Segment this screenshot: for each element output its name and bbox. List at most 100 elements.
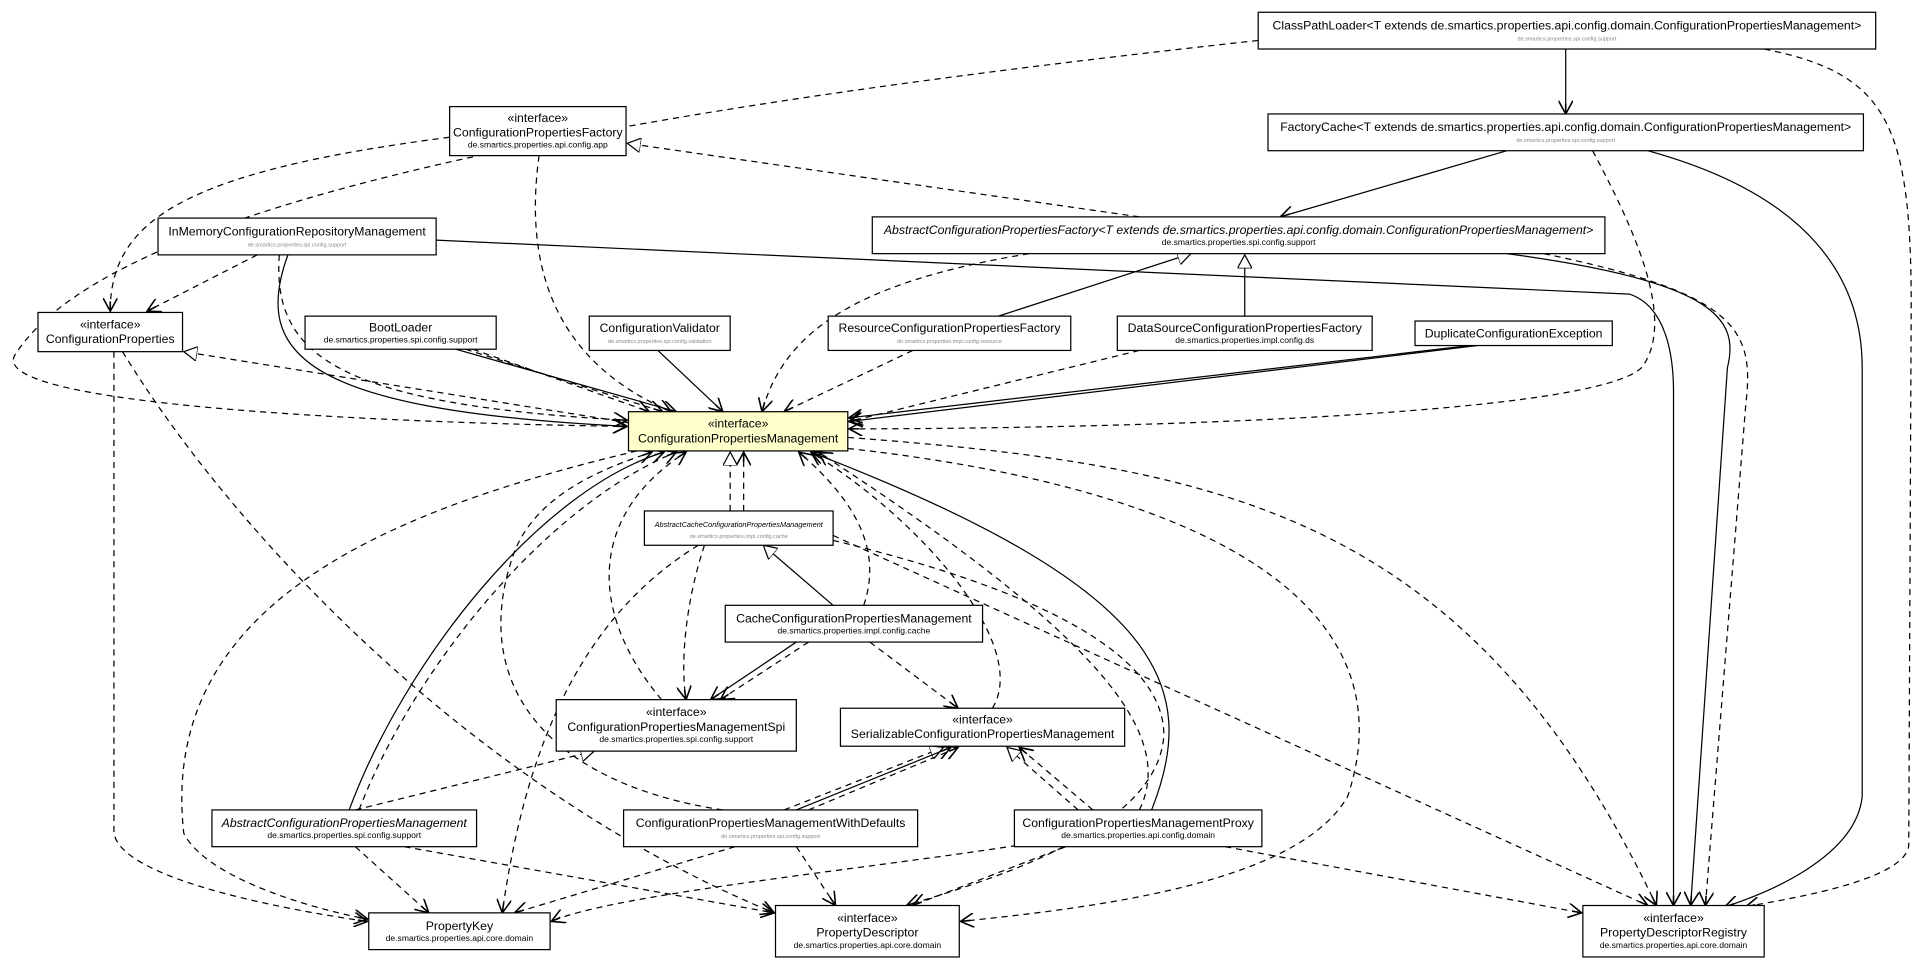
edge-resourcefactory-cpm: [784, 349, 913, 411]
edge-withdefaults-serializable: [796, 747, 950, 811]
class-name: ConfigurationProperties: [46, 332, 175, 346]
edge-cpm-propertykey: [181, 450, 638, 919]
nodes: ClassPathLoader<T extends de.smartics.pr…: [37, 11, 1877, 958]
class-node-propertydescriptor[interactable]: «interface»PropertyDescriptorde.smartics…: [774, 904, 960, 958]
class-node-proxy[interactable]: ConfigurationPropertiesManagementProxyde…: [1013, 809, 1263, 848]
class-node-serializable[interactable]: «interface»SerializableConfigurationProp…: [839, 707, 1126, 747]
package-label: de.smartics.properties.spi.config.suppor…: [721, 834, 820, 840]
class-node-validator[interactable]: ConfigurationValidator de.smartics.proper…: [588, 315, 731, 352]
package-label: de.smartics.properties.spi.config.suppor…: [1516, 138, 1615, 144]
class-node-classpathloader[interactable]: ClassPathLoader<T extends de.smartics.pr…: [1257, 11, 1877, 50]
edge-abstractcpm-cpmspi: [355, 751, 594, 811]
class-name: ConfigurationPropertiesManagementWithDef…: [636, 816, 906, 830]
edge-cpfactory-cpm: [534, 155, 671, 412]
stereotype-label: «interface»: [80, 317, 141, 331]
class-node-abstractcache[interactable]: AbstractCacheConfigurationPropertiesMana…: [643, 510, 834, 546]
class-name: InMemoryConfigurationRepositoryManagemen…: [168, 224, 426, 238]
edge-abstractcache-cpmspi: [684, 545, 706, 699]
edge-cpm-propertydescriptor: [847, 447, 1360, 921]
edge-withdefaults-cpm: [500, 452, 723, 811]
class-node-configprops[interactable]: «interface»ConfigurationProperties: [37, 311, 184, 353]
class-name: DuplicateConfigurationException: [1425, 327, 1603, 341]
package-label: de.smartics.properties.spi.config.suppor…: [267, 830, 421, 840]
class-node-propertykey[interactable]: PropertyKeyde.smartics.properties.api.co…: [368, 912, 551, 951]
edge-proxy-serializable-realization: [1007, 747, 1079, 811]
edge-datasourcefactory-cpm: [849, 349, 1140, 421]
package-label: de.smartics.properties.spi.config.valida…: [608, 339, 712, 345]
class-node-factorycache[interactable]: FactoryCache<T extends de.smartics.prope…: [1267, 113, 1865, 152]
class-name: ResourceConfigurationPropertiesFactory: [838, 321, 1061, 335]
package-label: de.smartics.properties.spi.config.suppor…: [599, 734, 753, 744]
class-name: PropertyKey: [426, 919, 494, 933]
class-node-withdefaults[interactable]: ConfigurationPropertiesManagementWithDef…: [622, 809, 919, 848]
edge-cpmspi-cpm: [608, 452, 686, 701]
class-name: ConfigurationPropertiesManagementSpi: [567, 720, 785, 734]
package-label: de.smartics.properties.api.config.app: [468, 140, 608, 150]
class-node-cpfactory[interactable]: «interface»ConfigurationPropertiesFactor…: [449, 105, 627, 157]
edge-withdefaults-propertykey: [515, 846, 736, 913]
edge-abstractcpm-propertykey: [354, 846, 429, 913]
package-label: de.smartics.properties.impl.config.cache: [690, 534, 788, 540]
edges: [12, 39, 1912, 921]
class-name: AbstractConfigurationPropertiesFactory<T…: [883, 223, 1593, 237]
edge-cachecpm-cpmspi-dep: [720, 641, 809, 700]
stereotype-label: «interface»: [1643, 911, 1704, 925]
class-node-cpmspi[interactable]: «interface»ConfigurationPropertiesManage…: [555, 699, 797, 752]
package-label: de.smartics.properties.spi.config.suppor…: [324, 334, 478, 344]
stereotype-label: «interface»: [508, 111, 569, 125]
class-name: AbstractConfigurationPropertiesManagemen…: [221, 816, 468, 830]
stereotype-label: «interface»: [837, 911, 898, 925]
stereotype-label: «interface»: [952, 713, 1013, 727]
package-label: de.smartics.properties.api.core.domain: [386, 933, 534, 943]
package-label: de.smartics.properties.impl.config.ds: [1175, 335, 1314, 345]
edge-proxy-registry: [1225, 846, 1582, 913]
package-label: de.smartics.properties.api.config.domain: [1061, 830, 1215, 840]
class-node-abstractcpfactory[interactable]: AbstractConfigurationPropertiesFactory<T…: [871, 216, 1606, 255]
class-node-datasourcefactory[interactable]: DataSourceConfigurationPropertiesFactory…: [1116, 315, 1373, 352]
edge-abstractcpm-cpm: [348, 452, 664, 811]
edge-duplicate-cpm-1: [849, 344, 1471, 418]
class-node-inmemory[interactable]: InMemoryConfigurationRepositoryManagemen…: [157, 217, 437, 256]
package-label: de.smartics.properties.spi.config.suppor…: [248, 242, 347, 248]
edge-abstractcpfactory-cpfactory: [627, 143, 1140, 218]
edge-inmemory-configprops: [147, 254, 258, 311]
class-diagram: ClassPathLoader<T extends de.smartics.pr…: [12, 11, 1912, 958]
stereotype-label: «interface»: [646, 705, 707, 719]
package-label: de.smartics.properties.api.core.domain: [1600, 940, 1748, 950]
edge-bootloader-cpm-dep2: [472, 348, 649, 411]
class-name: AbstractCacheConfigurationPropertiesMana…: [654, 520, 824, 529]
class-name: FactoryCache<T extends de.smartics.prope…: [1280, 120, 1851, 134]
class-name: ConfigurationPropertiesManagement: [638, 431, 839, 445]
edge-cpm-configprops: [184, 352, 629, 424]
package-label: de.smartics.properties.spi.config.suppor…: [1518, 36, 1617, 42]
edge-withdefaults-propertydescriptor: [795, 846, 835, 906]
class-name: DataSourceConfigurationPropertiesFactory: [1128, 321, 1363, 335]
class-name: CacheConfigurationPropertiesManagement: [736, 611, 972, 625]
edge-abstractcpm-cpm-dep: [358, 452, 676, 811]
class-node-bootloader[interactable]: BootLoaderde.smartics.properties.spi.con…: [304, 315, 497, 350]
package-label: de.smartics.properties.impl.config.cache: [778, 625, 931, 635]
edge-abstractcpfactory-registry-dep: [1543, 253, 1749, 906]
class-node-abstractcpm[interactable]: AbstractConfigurationPropertiesManagemen…: [211, 809, 478, 848]
edge-resourcefactory-abstractcpfactory: [998, 254, 1190, 317]
edge-abstractcpm-propertydescriptor: [404, 846, 774, 913]
class-name: PropertyDescriptor: [816, 926, 918, 940]
package-label: de.smartics.properties.api.core.domain: [794, 940, 942, 950]
edge-factorycache-registry: [1647, 150, 1863, 907]
class-node-registry[interactable]: «interface»PropertyDescriptorRegistryde.…: [1582, 904, 1765, 958]
edge-bootloader-cpm-dep1: [465, 348, 663, 411]
class-name: ConfigurationPropertiesFactory: [453, 126, 623, 140]
class-node-duplicate[interactable]: DuplicateConfigurationException: [1414, 320, 1613, 347]
edge-classpathloader-registry: [1746, 48, 1912, 907]
edge-withdefaults-serializable-realization: [783, 747, 943, 811]
edge-validator-cpm: [657, 349, 723, 411]
class-name: BootLoader: [369, 320, 432, 334]
class-node-cpm[interactable]: «interface»ConfigurationPropertiesManage…: [627, 411, 849, 452]
class-name: SerializableConfigurationPropertiesManag…: [851, 727, 1115, 741]
class-node-resourcefactory[interactable]: ResourceConfigurationPropertiesFactory de…: [827, 315, 1072, 352]
class-name: ConfigurationPropertiesManagementProxy: [1022, 816, 1254, 830]
edge-factorycache-abstractcpfactory: [1280, 150, 1508, 217]
class-node-cachecpm[interactable]: CacheConfigurationPropertiesManagementde…: [724, 604, 984, 643]
edge-duplicate-cpm-2: [849, 344, 1478, 422]
stereotype-label: «interface»: [708, 417, 769, 431]
